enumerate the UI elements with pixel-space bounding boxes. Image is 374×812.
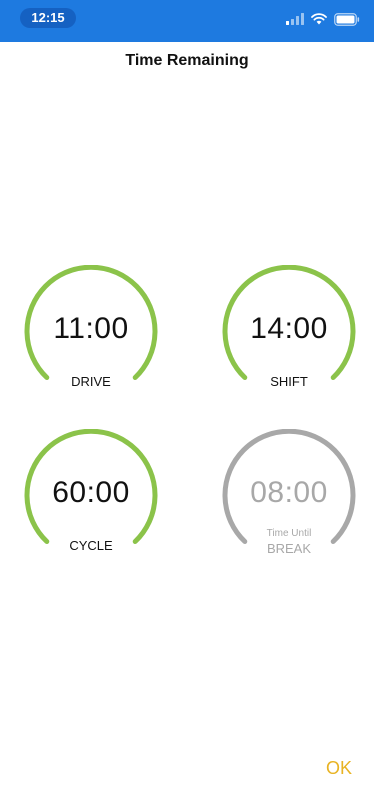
shift-gauge: 14:00 SHIFT	[219, 265, 359, 405]
shift-time-value: 14:00	[250, 312, 328, 345]
page-title: Time Remaining	[125, 52, 249, 69]
cycle-time-value: 60:00	[52, 476, 130, 509]
break-label: BREAK	[266, 541, 312, 556]
break-sublabel: Time Until	[266, 528, 312, 539]
shift-label: SHIFT	[270, 374, 308, 389]
cycle-label: CYCLE	[69, 538, 113, 553]
break-time-value: 08:00	[250, 476, 328, 509]
time-remaining-screen: 12:15 Time Remaining 11:00 DRIVE 14:00 S…	[0, 0, 374, 812]
drive-time-value: 11:00	[53, 312, 129, 345]
status-time: 12:15	[20, 8, 76, 28]
status-icons	[286, 10, 360, 28]
break-gauge: 08:00 Time Until BREAK	[219, 429, 359, 569]
ok-button[interactable]: OK	[326, 758, 352, 779]
battery-icon	[334, 12, 360, 26]
wifi-icon	[311, 13, 327, 25]
cycle-gauge: 60:00 CYCLE	[21, 429, 161, 569]
drive-label: DRIVE	[71, 374, 111, 389]
signal-icon	[286, 13, 304, 25]
drive-gauge: 11:00 DRIVE	[21, 265, 161, 405]
status-bar: 12:15	[0, 0, 374, 42]
